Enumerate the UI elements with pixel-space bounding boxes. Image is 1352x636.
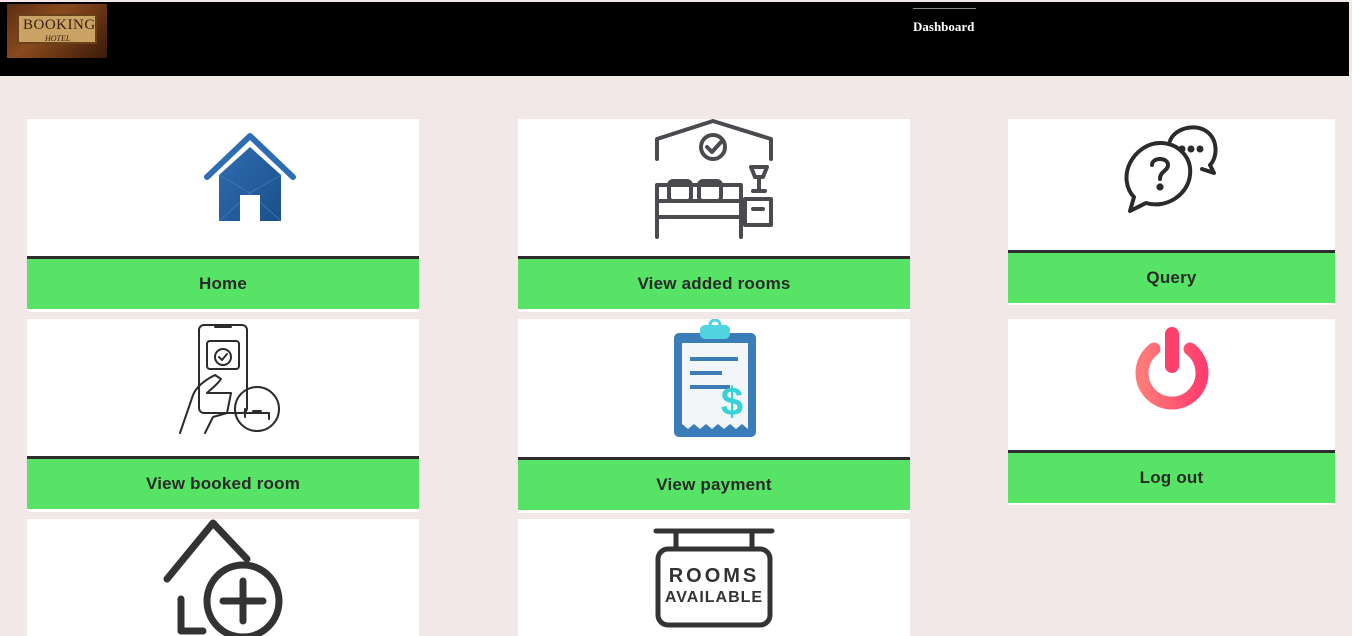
view-payment-card[interactable]: $ View payment (518, 319, 910, 513)
payment-receipt-icon: $ (674, 319, 756, 437)
rooms-available-card[interactable]: ROOMS AVAILABLE (518, 519, 910, 636)
top-navbar: BOOKING HOTEL Dashboard (0, 2, 1349, 76)
query-button[interactable]: Query (1008, 250, 1335, 303)
power-icon (1135, 327, 1209, 410)
logo-subtext: HOTEL (45, 34, 71, 43)
add-house-icon (163, 519, 283, 636)
log-out-button[interactable]: Log out (1008, 450, 1335, 503)
sign-line-available: AVAILABLE (664, 589, 764, 606)
house-icon (204, 133, 296, 222)
add-room-card[interactable] (27, 519, 419, 636)
view-added-rooms-button[interactable]: View added rooms (518, 256, 910, 309)
view-booked-room-card[interactable]: View booked room (27, 319, 419, 512)
svg-text:$: $ (721, 380, 743, 424)
bedroom-icon (655, 119, 773, 239)
booking-logo[interactable]: BOOKING HOTEL (7, 4, 107, 58)
phone-booking-icon (179, 324, 280, 434)
home-button[interactable]: Home (27, 256, 419, 309)
home-card[interactable]: Home (27, 119, 419, 312)
nav-dashboard-link[interactable]: Dashboard (913, 8, 976, 35)
query-card[interactable]: Query (1008, 119, 1335, 305)
logo-text: BOOKING (23, 17, 96, 33)
log-out-card[interactable]: Log out (1008, 319, 1335, 505)
sign-line-rooms: ROOMS (668, 565, 760, 587)
view-added-rooms-card[interactable]: View added rooms (518, 119, 910, 312)
view-payment-button[interactable]: View payment (518, 457, 910, 510)
question-chat-icon (1124, 125, 1218, 213)
view-booked-room-button[interactable]: View booked room (27, 456, 419, 509)
